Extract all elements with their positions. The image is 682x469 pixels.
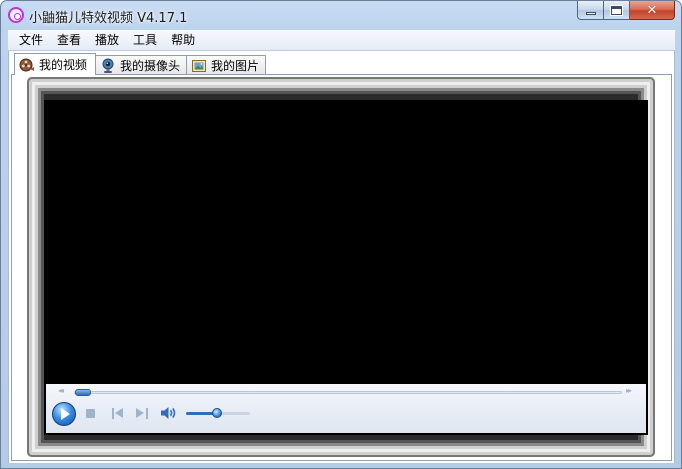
window-title: 小鼬猫儿特效视频 V4.17.1	[29, 11, 188, 26]
player-controls: ◂◂ ▸▸	[46, 384, 646, 433]
play-button[interactable]	[52, 402, 76, 426]
caption-buttons: ✕	[577, 1, 675, 21]
seek-forward-icon[interactable]: ▸▸	[626, 386, 632, 395]
webcam-icon	[102, 58, 114, 73]
app-window: 小鼬猫儿特效视频 V4.17.1 ✕ 文件 查看 播放 工具 帮助 我的视频 我…	[0, 0, 682, 469]
app-logo-icon[interactable]	[8, 7, 24, 23]
tab-strip: 我的视频 我的摄像头 我的图片	[14, 53, 267, 75]
menu-bar: 文件 查看 播放 工具 帮助	[8, 30, 675, 51]
seek-row: ◂◂ ▸▸	[46, 385, 646, 399]
play-icon	[60, 408, 70, 420]
maximize-icon	[610, 4, 623, 16]
close-button[interactable]: ✕	[630, 1, 675, 20]
volume-icon[interactable]	[160, 406, 178, 420]
tab-my-pictures[interactable]: 我的图片	[186, 55, 267, 75]
close-icon: ✕	[646, 2, 658, 18]
video-frame-border: ◂◂ ▸▸	[27, 77, 655, 457]
menu-tools[interactable]: 工具	[126, 31, 164, 50]
title-bar[interactable]: 小鼬猫儿特效视频 V4.17.1 ✕	[1, 1, 681, 29]
menu-file[interactable]: 文件	[12, 31, 50, 50]
picture-icon	[192, 59, 207, 72]
tab-my-videos[interactable]: 我的视频	[14, 53, 97, 75]
tab-panel-videos: ◂◂ ▸▸	[11, 74, 672, 461]
film-reel-icon	[19, 58, 34, 71]
menu-help[interactable]: 帮助	[164, 31, 202, 50]
menu-view[interactable]: 查看	[50, 31, 88, 50]
stop-button[interactable]	[86, 409, 95, 418]
minimize-button[interactable]	[577, 1, 604, 20]
menu-play[interactable]: 播放	[88, 31, 126, 50]
tab-label: 我的图片	[211, 58, 260, 73]
tab-label: 我的视频	[39, 57, 88, 72]
minimize-icon	[585, 11, 596, 15]
seek-back-icon[interactable]: ◂◂	[58, 386, 64, 395]
transport-buttons	[46, 400, 646, 432]
seek-bar[interactable]	[74, 391, 622, 394]
volume-slider-thumb[interactable]	[212, 408, 222, 418]
tab-my-webcam[interactable]: 我的摄像头	[95, 55, 188, 75]
previous-button[interactable]	[112, 408, 124, 419]
maximize-button[interactable]	[604, 1, 630, 20]
video-display[interactable]	[46, 102, 646, 384]
client-area: 我的视频 我的摄像头 我的图片 ◂◂ ▸▸	[8, 51, 675, 463]
media-player: ◂◂ ▸▸	[44, 100, 648, 435]
seek-thumb[interactable]	[75, 389, 91, 396]
tab-label: 我的摄像头	[120, 58, 181, 73]
next-button[interactable]	[136, 408, 148, 419]
